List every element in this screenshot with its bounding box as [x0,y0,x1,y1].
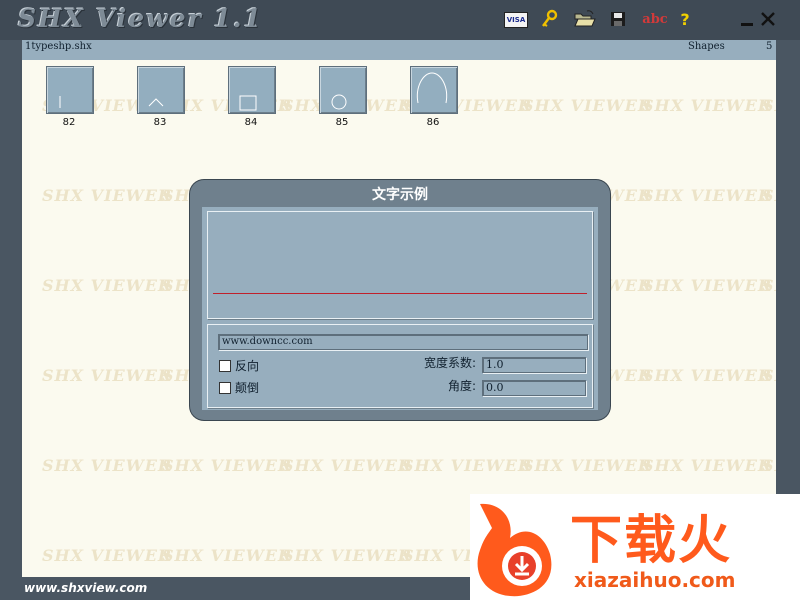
shape-label-83: 83 [153,117,167,128]
dialog-controls: www.downcc.com 反向 颠倒 宽度系数: 1.0 角度: 0.0 [207,324,593,408]
text-sample-dialog: 文字示例 www.downcc.com 反向 颠倒 宽度系数: 1.0 角度: … [190,180,610,420]
shape-thumb-83[interactable] [137,66,185,114]
width-factor-label: 宽度系数: [423,356,476,370]
watermark-text: SHX VIEWER [42,456,173,475]
shape-label-85: 85 [335,117,349,128]
shape-thumb-82[interactable] [46,66,94,114]
logo-subtitle: xiazaihuo.com [574,568,736,592]
watermark-text: SHX VIEWER [162,546,293,565]
shape-count: 5 [766,41,773,52]
watermark-text: SHX VIEWER [642,456,773,475]
visa-label: VISA [506,16,526,24]
square-glyph-icon [239,95,257,111]
caret-glyph-icon [148,98,164,107]
sample-text-input[interactable]: www.downcc.com [218,334,588,350]
app-title: SHX Viewer 1.1 [18,4,263,33]
reverse-label: 反向 [235,359,260,373]
open-folder-icon[interactable] [574,9,596,29]
watermark-text: SHX VIEWER [762,96,776,115]
angle-label: 角度: [447,379,476,393]
shape-label-86: 86 [426,117,440,128]
watermark-text: SHX VIEWER [762,456,776,475]
watermark-text: SHX VIEWER [282,546,413,565]
reverse-checkbox[interactable] [219,360,231,372]
text-preview-area [207,211,593,319]
watermark-text: SHX VIEWER [762,276,776,295]
watermark-text: SHX VIEWER [642,186,773,205]
xiazaihuo-logo: 下载火 xiazaihuo.com [470,494,800,600]
circle-glyph-icon [331,94,347,110]
watermark-text: SHX VIEWER [522,456,653,475]
watermark-text: SHX VIEWER [42,366,173,385]
watermark-text: SHX VIEWER [402,456,533,475]
width-factor-input[interactable]: 1.0 [482,357,586,373]
shapes-label: Shapes [688,41,725,52]
watermark-text: SHX VIEWER [642,276,773,295]
shape-thumb-86[interactable] [410,66,458,114]
file-info-bar: 1typeshp.shx Shapes 5 [22,40,776,60]
angle-input[interactable]: 0.0 [482,380,586,396]
arch-glyph-icon [416,72,448,104]
shape-label-84: 84 [244,117,258,128]
visa-card-icon[interactable]: VISA [504,12,528,28]
file-name: 1typeshp.shx [25,41,92,52]
title-bar: SHX Viewer 1.1 VISA abc ? [0,0,800,40]
close-icon[interactable] [760,9,776,29]
spell-check-icon[interactable]: abc [642,9,668,29]
save-disk-icon[interactable] [609,9,627,29]
invert-checkbox[interactable] [219,382,231,394]
flame-download-icon [477,503,552,597]
app-window: SHX Viewer 1.1 VISA abc ? 1typeshp.shx S… [0,0,800,600]
watermark-text: SHX VIEWER [642,366,773,385]
watermark-text: SHX VIEWER [522,96,653,115]
watermark-text: SHX VIEWER [42,276,173,295]
website-link[interactable]: www.shxview.com [24,581,147,595]
dialog-body: www.downcc.com 反向 颠倒 宽度系数: 1.0 角度: 0.0 [202,207,598,410]
logo-title: 下载火 [570,511,733,571]
shape-label-82: 82 [62,117,76,128]
help-icon[interactable]: ? [678,9,692,29]
baseline-line [213,293,587,294]
minimize-icon[interactable] [740,9,754,29]
dialog-title: 文字示例 [372,187,428,203]
vertical-line-glyph-icon [59,96,61,108]
key-icon[interactable] [540,9,558,29]
watermark-text: SHX VIEWER [762,186,776,205]
watermark-text: SHX VIEWER [282,456,413,475]
shape-thumb-84[interactable] [228,66,276,114]
watermark-text: SHX VIEWER [762,366,776,385]
invert-label: 颠倒 [235,381,260,395]
watermark-text: SHX VIEWER [162,456,293,475]
watermark-text: SHX VIEWER [642,96,773,115]
watermark-text: SHX VIEWER [42,186,173,205]
watermark-text: SHX VIEWER [42,546,173,565]
shape-thumb-85[interactable] [319,66,367,114]
